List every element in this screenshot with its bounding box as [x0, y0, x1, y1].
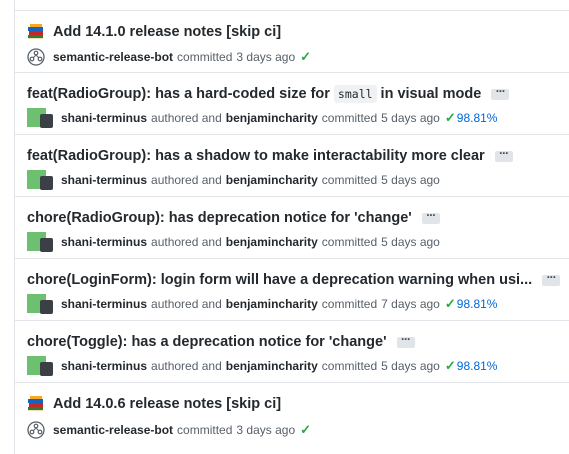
- authored-text: authored and: [151, 297, 222, 311]
- coverage-link[interactable]: 98.81%: [457, 297, 498, 311]
- bot-avatar-icon[interactable]: [27, 48, 45, 66]
- action-text: committed: [177, 423, 233, 437]
- author-avatars[interactable]: [27, 356, 53, 376]
- relative-time: 3 days ago: [236, 50, 296, 64]
- check-icon[interactable]: ✓: [300, 49, 311, 65]
- authored-text: authored and: [151, 173, 222, 187]
- relative-time: 3 days ago: [236, 423, 296, 437]
- commit-title-link-cont[interactable]: in visual mode: [381, 86, 482, 102]
- author-link[interactable]: semantic-release-bot: [53, 50, 173, 64]
- commit-row: chore(Toggle): has a deprecation notice …: [15, 320, 569, 382]
- commit-list: Add 14.1.0 release notes [skip ci] seman…: [14, 0, 569, 454]
- author-link[interactable]: shani-terminus: [61, 235, 147, 249]
- relative-time: 5 days ago: [381, 173, 440, 187]
- commit-title-link[interactable]: chore(RadioGroup): has deprecation notic…: [27, 210, 412, 226]
- action-text: committed: [321, 173, 378, 187]
- author-avatars[interactable]: [27, 232, 53, 252]
- committer-link[interactable]: benjamincharity: [226, 235, 318, 249]
- check-icon[interactable]: ✓: [445, 296, 456, 312]
- check-icon[interactable]: ✓: [445, 358, 456, 374]
- author-avatars[interactable]: [27, 294, 53, 314]
- commit-row: chore(LoginForm): login form will have a…: [15, 258, 569, 320]
- commit-row: chore(RadioGroup): has deprecation notic…: [15, 196, 569, 258]
- relative-time: 5 days ago: [381, 359, 440, 373]
- commit-title-link[interactable]: chore(LoginForm): login form will have a…: [27, 272, 532, 288]
- commit-row: feat(RadioGroup): has a hard-coded size …: [15, 72, 569, 134]
- action-text: committed: [321, 111, 378, 125]
- ellipsis-icon[interactable]: [491, 84, 510, 100]
- committer-link[interactable]: benjamincharity: [226, 359, 318, 373]
- action-text: committed: [321, 297, 378, 311]
- commit-row: Add 14.1.0 release notes [skip ci] seman…: [15, 10, 569, 72]
- inline-code: small: [333, 85, 377, 103]
- ellipsis-icon[interactable]: [421, 208, 440, 224]
- commit-row: Add 14.0.6 release notes [skip ci] seman…: [15, 382, 569, 447]
- relative-time: 7 days ago: [381, 297, 440, 311]
- coverage-link[interactable]: 98.81%: [457, 111, 498, 125]
- commit-title-link[interactable]: Add 14.0.6 release notes [skip ci]: [53, 396, 281, 412]
- books-icon: [27, 395, 45, 413]
- ellipsis-icon[interactable]: [542, 270, 561, 286]
- ellipsis-icon[interactable]: [396, 332, 415, 348]
- author-link[interactable]: semantic-release-bot: [53, 423, 173, 437]
- authored-text: authored and: [151, 111, 222, 125]
- authored-text: authored and: [151, 359, 222, 373]
- books-icon: [27, 23, 45, 41]
- committer-link[interactable]: benjamincharity: [226, 111, 318, 125]
- committer-link[interactable]: benjamincharity: [226, 297, 318, 311]
- commit-title-link[interactable]: chore(Toggle): has a deprecation notice …: [27, 334, 387, 350]
- author-avatars[interactable]: [27, 170, 53, 190]
- action-text: committed: [177, 50, 233, 64]
- author-link[interactable]: shani-terminus: [61, 297, 147, 311]
- coverage-link[interactable]: 98.81%: [457, 359, 498, 373]
- author-link[interactable]: shani-terminus: [61, 359, 147, 373]
- bot-avatar-icon[interactable]: [27, 421, 45, 439]
- authored-text: authored and: [151, 235, 222, 249]
- check-icon[interactable]: ✓: [300, 422, 311, 438]
- relative-time: 5 days ago: [381, 235, 440, 249]
- commit-title-link[interactable]: feat(RadioGroup): has a shadow to make i…: [27, 148, 485, 164]
- committer-link[interactable]: benjamincharity: [226, 173, 318, 187]
- commit-title-link[interactable]: feat(RadioGroup): has a hard-coded size …: [27, 86, 330, 102]
- ellipsis-icon[interactable]: [494, 146, 513, 162]
- commit-title-link[interactable]: Add 14.1.0 release notes [skip ci]: [53, 24, 281, 40]
- commit-row: feat(RadioGroup): has a shadow to make i…: [15, 134, 569, 196]
- action-text: committed: [321, 235, 378, 249]
- author-link[interactable]: shani-terminus: [61, 111, 147, 125]
- author-link[interactable]: shani-terminus: [61, 173, 147, 187]
- author-avatars[interactable]: [27, 108, 53, 128]
- action-text: committed: [321, 359, 378, 373]
- relative-time: 5 days ago: [381, 111, 440, 125]
- check-icon[interactable]: ✓: [445, 110, 456, 126]
